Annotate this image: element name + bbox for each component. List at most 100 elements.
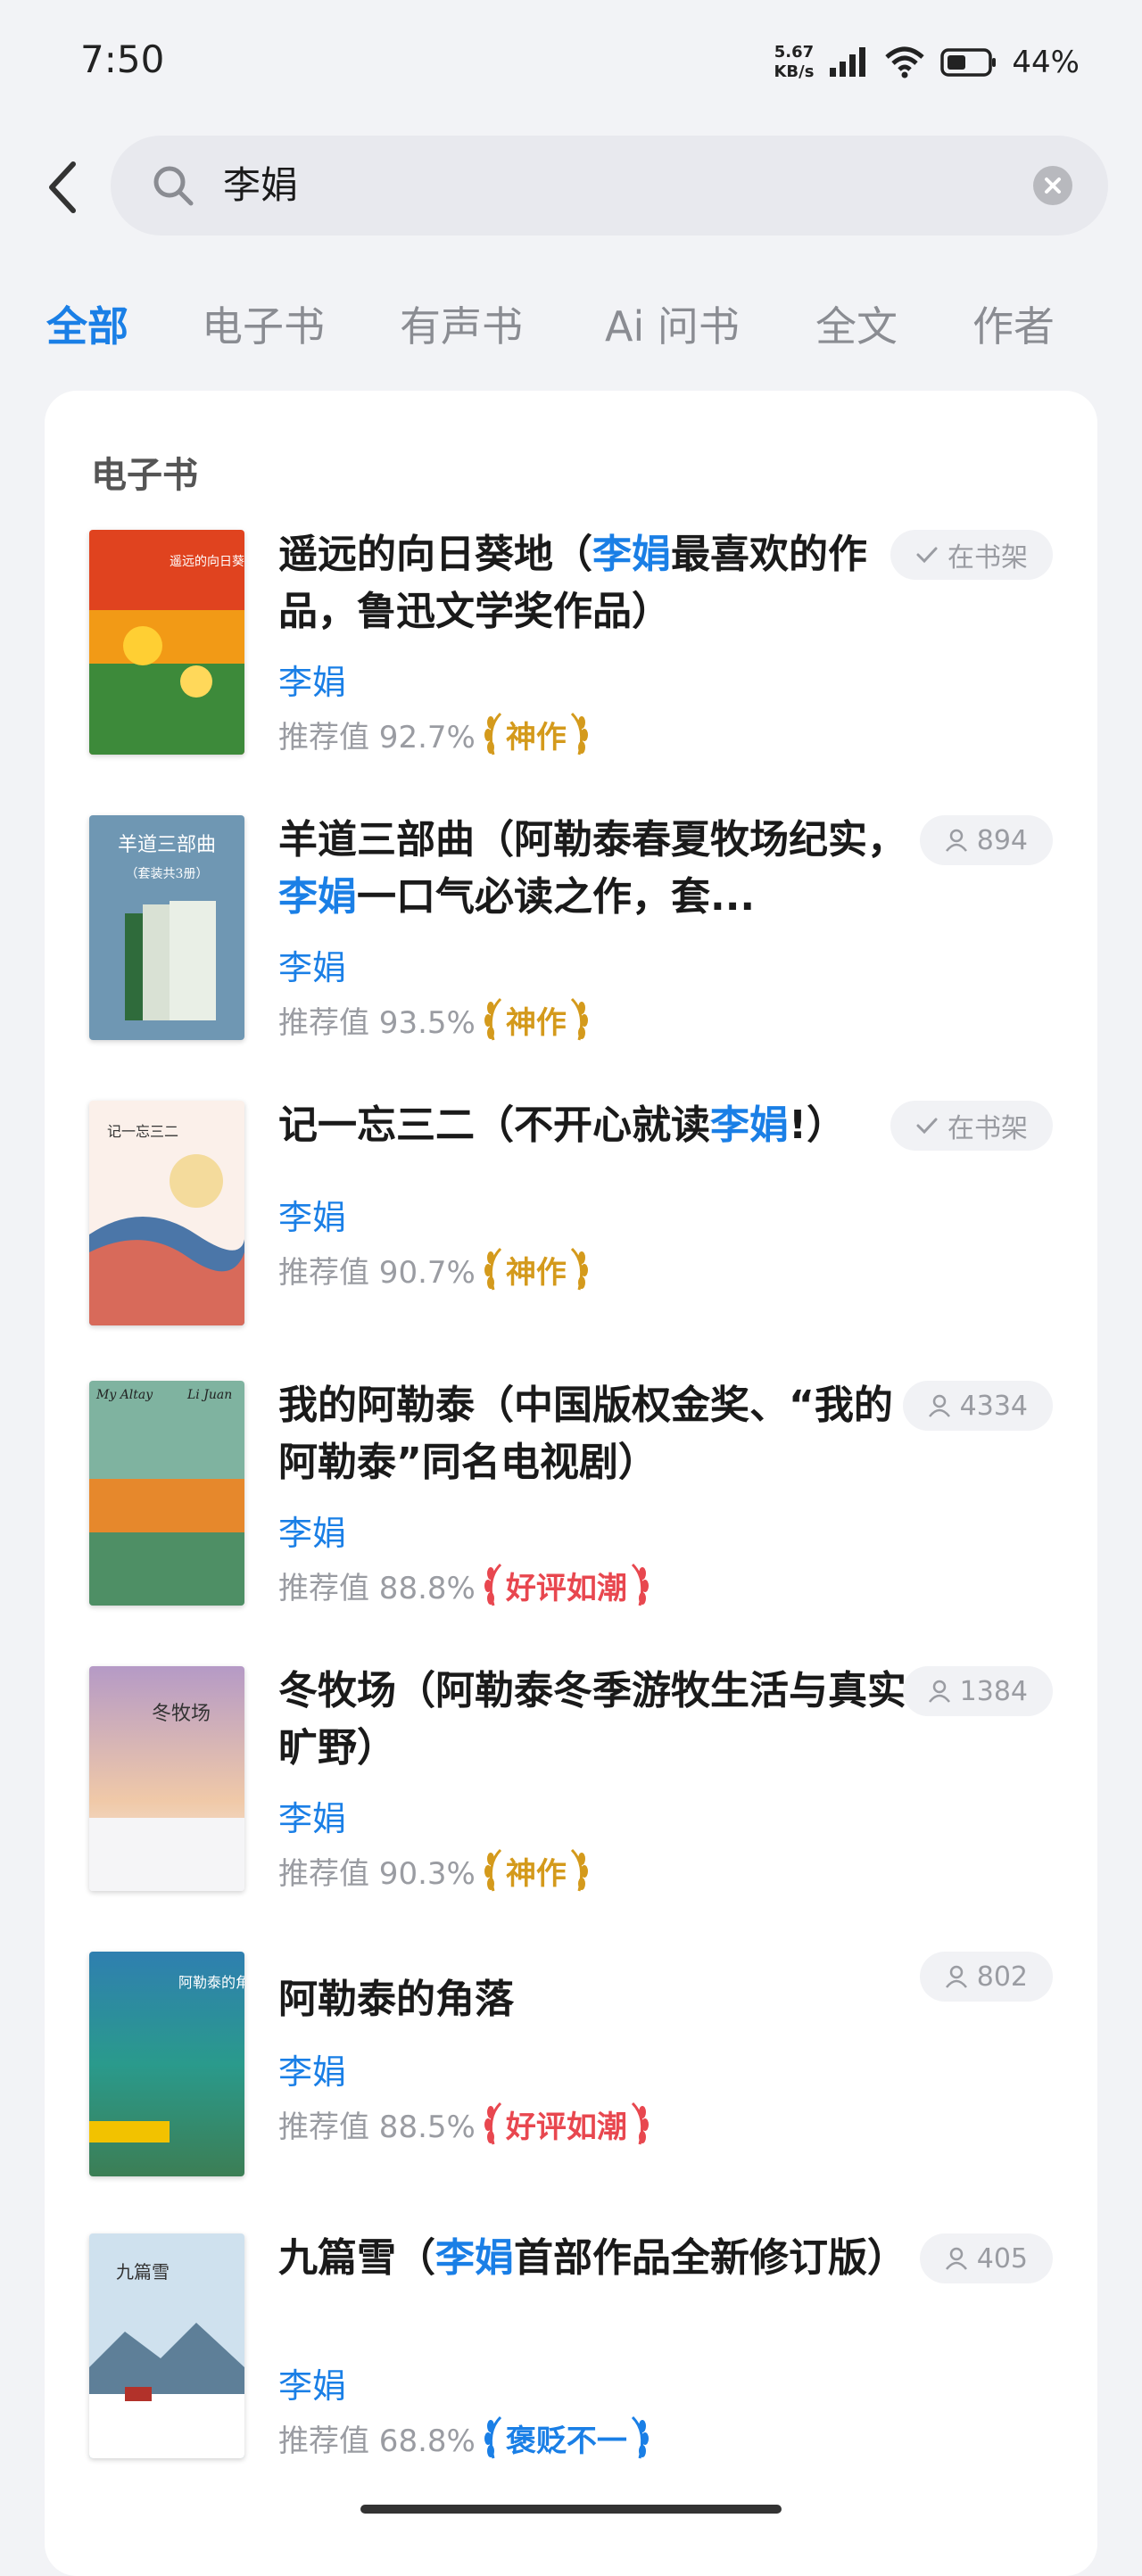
book-author[interactable]: 李娟	[278, 655, 346, 704]
rating-badge: 好评如潮	[483, 2100, 650, 2148]
on-shelf-badge[interactable]: 在书架	[890, 530, 1053, 580]
rating-value: 推荐值 90.3%	[278, 1855, 476, 1892]
rating-value: 推荐值 68.8%	[278, 2423, 476, 2459]
book-cover: 羊道三部曲 （套装共3册）	[89, 815, 244, 1040]
book-item[interactable]: 九篇雪 九篇雪（李娟首部作品全新修订版） 李娟 推荐值 68.8% 褒贬不一 4…	[45, 2233, 1097, 2483]
book-item[interactable]: 遥远的向日葵地 · 李娟 遥远的向日葵地（李娟最喜欢的作品，鲁迅文学奖作品） 李…	[45, 530, 1097, 780]
book-cover: My Altay Li Juan	[89, 1381, 244, 1606]
rating-badge: 褒贬不一	[483, 2414, 650, 2462]
book-author[interactable]: 李娟	[278, 1190, 346, 1239]
laurel-left-icon	[484, 997, 501, 1041]
cover-title: 阿勒泰的角落	[178, 1974, 244, 1991]
book-rating: 推荐值 90.3% 神作	[278, 1846, 590, 1895]
rating-value: 推荐值 92.7%	[278, 719, 476, 755]
rating-badge: 神作	[483, 710, 590, 758]
signal-icon	[830, 47, 866, 77]
search-icon	[153, 166, 194, 206]
battery-icon	[940, 48, 997, 77]
back-button[interactable]	[36, 152, 89, 223]
close-icon	[1045, 178, 1061, 194]
cover-title: 遥远的向日葵地 · 李娟	[170, 555, 244, 569]
section-title: 电子书	[91, 455, 198, 496]
tab-author[interactable]: 作者	[972, 294, 1055, 353]
laurel-right-icon	[570, 1247, 588, 1291]
book-title: 记一忘三二（不开心就读李娟!）	[278, 1102, 847, 1148]
rating-value: 推荐值 88.5%	[278, 2109, 476, 2145]
book-title: 我的阿勒泰（中国版权金奖、“我的阿勒泰”同名电视剧）	[278, 1383, 893, 1485]
book-item[interactable]: 羊道三部曲 （套装共3册） 羊道三部曲（阿勒泰春夏牧场纪实，李娟一口气必读之作，…	[45, 815, 1097, 1065]
clear-search-button[interactable]	[1033, 166, 1072, 205]
book-rating: 推荐值 90.7% 神作	[278, 1245, 590, 1293]
book-item[interactable]: 阿勒泰的角落 阿勒泰的角落 李娟 推荐值 88.5% 好评如潮 802	[45, 1952, 1097, 2201]
book-rating: 推荐值 88.8% 好评如潮	[278, 1561, 650, 1609]
reader-count-badge: 894	[919, 815, 1053, 865]
book-item[interactable]: 记一忘三二 记一忘三二（不开心就读李娟!） 李娟 推荐值 90.7% 神作 在书…	[45, 1101, 1097, 1350]
book-rating: 推荐值 92.7% 神作	[278, 710, 590, 758]
cover-title: My Altay	[95, 1388, 153, 1402]
search-input[interactable]: 李娟	[111, 136, 1108, 235]
book-author[interactable]: 李娟	[278, 2044, 346, 2093]
laurel-left-icon	[484, 2415, 501, 2459]
search-query: 李娟	[223, 163, 299, 207]
user-icon	[945, 829, 967, 852]
book-title: 遥远的向日葵地（李娟最喜欢的作品，鲁迅文学奖作品）	[278, 532, 867, 634]
book-item[interactable]: 冬牧场 冬牧场（阿勒泰冬季游牧生活与真实旷野） 李娟 推荐值 90.3% 神作 …	[45, 1666, 1097, 1916]
rating-badge: 神作	[483, 1245, 590, 1293]
on-shelf-badge[interactable]: 在书架	[890, 1101, 1053, 1151]
book-author[interactable]: 李娟	[278, 940, 346, 989]
tab-all[interactable]: 全部	[46, 294, 128, 353]
status-bar: 7:50 5.67 KB/s 44%	[0, 0, 1142, 125]
rating-badge: 神作	[483, 995, 590, 1044]
check-icon	[916, 1118, 938, 1135]
book-author[interactable]: 李娟	[278, 1506, 346, 1555]
user-icon	[928, 1394, 950, 1417]
net-speed: 5.67 KB/s	[774, 43, 814, 82]
book-cover: 遥远的向日葵地 · 李娟	[89, 530, 244, 755]
cover-subtitle: Li Juan	[186, 1388, 232, 1402]
tab-ai-ask[interactable]: Ai 问书	[605, 294, 740, 353]
results-card: 电子书 遥远的向日葵地 · 李娟 遥远的向日葵地（李娟最喜欢的作品，鲁迅文学奖作…	[45, 391, 1097, 2576]
book-rating: 推荐值 88.5% 好评如潮	[278, 2100, 650, 2148]
reader-count-badge: 4334	[902, 1381, 1053, 1431]
reader-count-badge: 405	[919, 2233, 1053, 2283]
laurel-right-icon	[570, 1848, 588, 1892]
status-icons: 5.67 KB/s 44%	[774, 36, 1080, 89]
home-indicator[interactable]	[360, 2505, 782, 2514]
rating-value: 推荐值 93.5%	[278, 1004, 476, 1041]
laurel-left-icon	[484, 2101, 501, 2145]
net-speed-unit: KB/s	[774, 62, 815, 81]
battery-percent: 44%	[1012, 45, 1080, 80]
laurel-left-icon	[484, 712, 501, 755]
user-icon	[945, 1965, 967, 1988]
reader-count-badge: 802	[919, 1952, 1053, 2002]
book-title: 冬牧场（阿勒泰冬季游牧生活与真实旷野）	[278, 1668, 906, 1771]
tab-audiobook[interactable]: 有声书	[400, 294, 523, 353]
user-icon	[945, 2247, 967, 2270]
tab-ebook[interactable]: 电子书	[202, 294, 325, 353]
book-cover: 阿勒泰的角落	[89, 1952, 244, 2176]
tab-fulltext[interactable]: 全文	[815, 294, 898, 353]
book-cover: 九篇雪	[89, 2233, 244, 2458]
book-rating: 推荐值 93.5% 神作	[278, 995, 590, 1044]
rating-badge: 好评如潮	[483, 1561, 650, 1609]
cover-title: 记一忘三二	[107, 1123, 178, 1140]
reader-count-badge: 1384	[902, 1666, 1053, 1716]
laurel-right-icon	[631, 1563, 649, 1606]
user-icon	[928, 1680, 950, 1703]
cover-subtitle: （套装共3册）	[126, 867, 209, 881]
book-author[interactable]: 李娟	[278, 2358, 346, 2407]
book-author[interactable]: 李娟	[278, 1791, 346, 1840]
rating-badge: 神作	[483, 1846, 590, 1895]
book-item[interactable]: My Altay Li Juan 我的阿勒泰（中国版权金奖、“我的阿勒泰”同名电…	[45, 1381, 1097, 1631]
laurel-right-icon	[570, 997, 588, 1041]
book-cover: 记一忘三二	[89, 1101, 244, 1325]
laurel-left-icon	[484, 1247, 501, 1291]
book-title: 羊道三部曲（阿勒泰春夏牧场纪实，李娟一口气必读之作，套...	[278, 817, 906, 920]
book-rating: 推荐值 68.8% 褒贬不一	[278, 2414, 650, 2462]
book-cover: 冬牧场	[89, 1666, 244, 1891]
book-title: 阿勒泰的角落	[278, 1977, 514, 2022]
book-title: 九篇雪（李娟首部作品全新修订版）	[278, 2235, 906, 2281]
net-speed-value: 5.67	[774, 43, 815, 62]
cover-title: 冬牧场	[152, 1703, 211, 1725]
rating-value: 推荐值 90.7%	[278, 1254, 476, 1291]
